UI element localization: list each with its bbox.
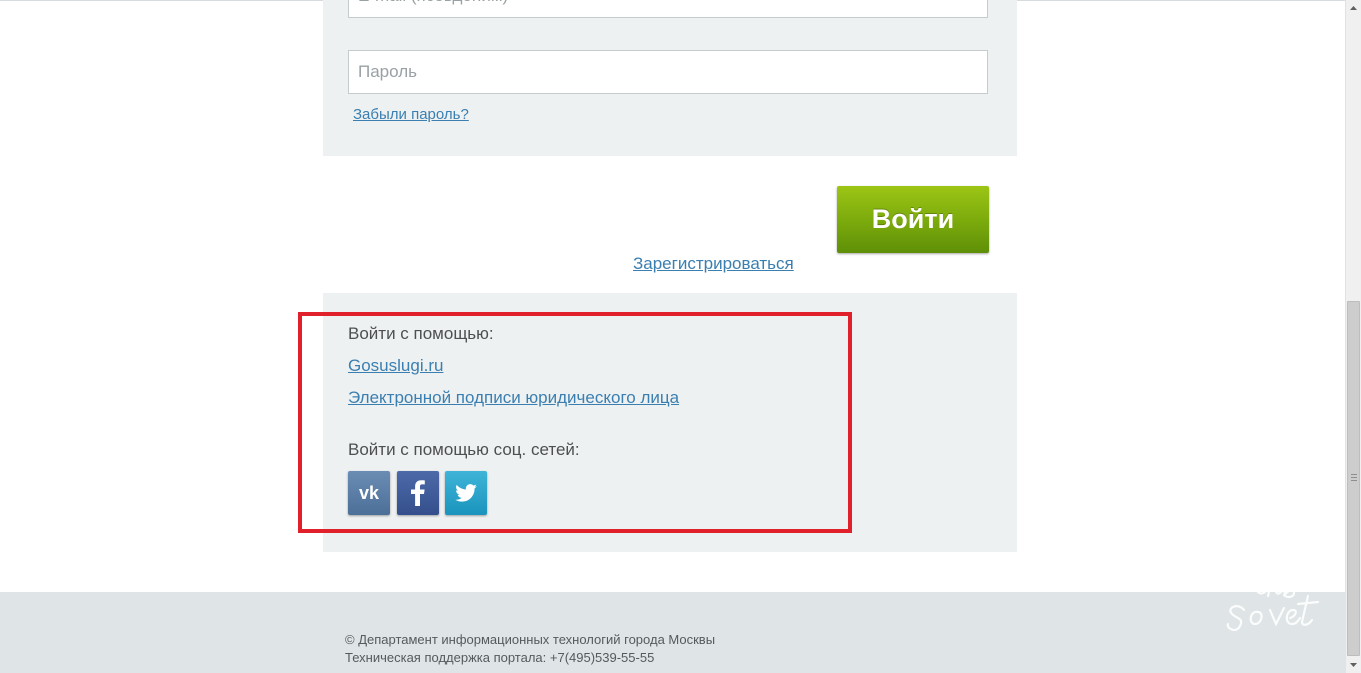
password-input[interactable] (348, 50, 988, 94)
scroll-up-arrow-icon[interactable] (1346, 0, 1361, 16)
register-link[interactable]: Зарегистрироваться (633, 254, 794, 274)
highlight-frame (298, 312, 852, 533)
login-input[interactable] (348, 0, 988, 18)
login-button[interactable]: Войти (837, 186, 989, 253)
scroll-down-arrow-icon[interactable] (1346, 657, 1361, 673)
sovet-club-watermark-logo (1222, 566, 1332, 640)
footer-support-phone: Техническая поддержка портала: +7(495)53… (345, 650, 655, 665)
vertical-scrollbar[interactable] (1345, 0, 1361, 673)
grip-icon (1351, 474, 1357, 481)
forgot-password-link[interactable]: Забыли пароль? (353, 106, 469, 123)
scroll-thumb[interactable] (1347, 301, 1360, 656)
footer-copyright: © Департамент информационных технологий … (345, 632, 716, 647)
page: Забыли пароль? Войти Зарегистрироваться … (0, 0, 1361, 673)
